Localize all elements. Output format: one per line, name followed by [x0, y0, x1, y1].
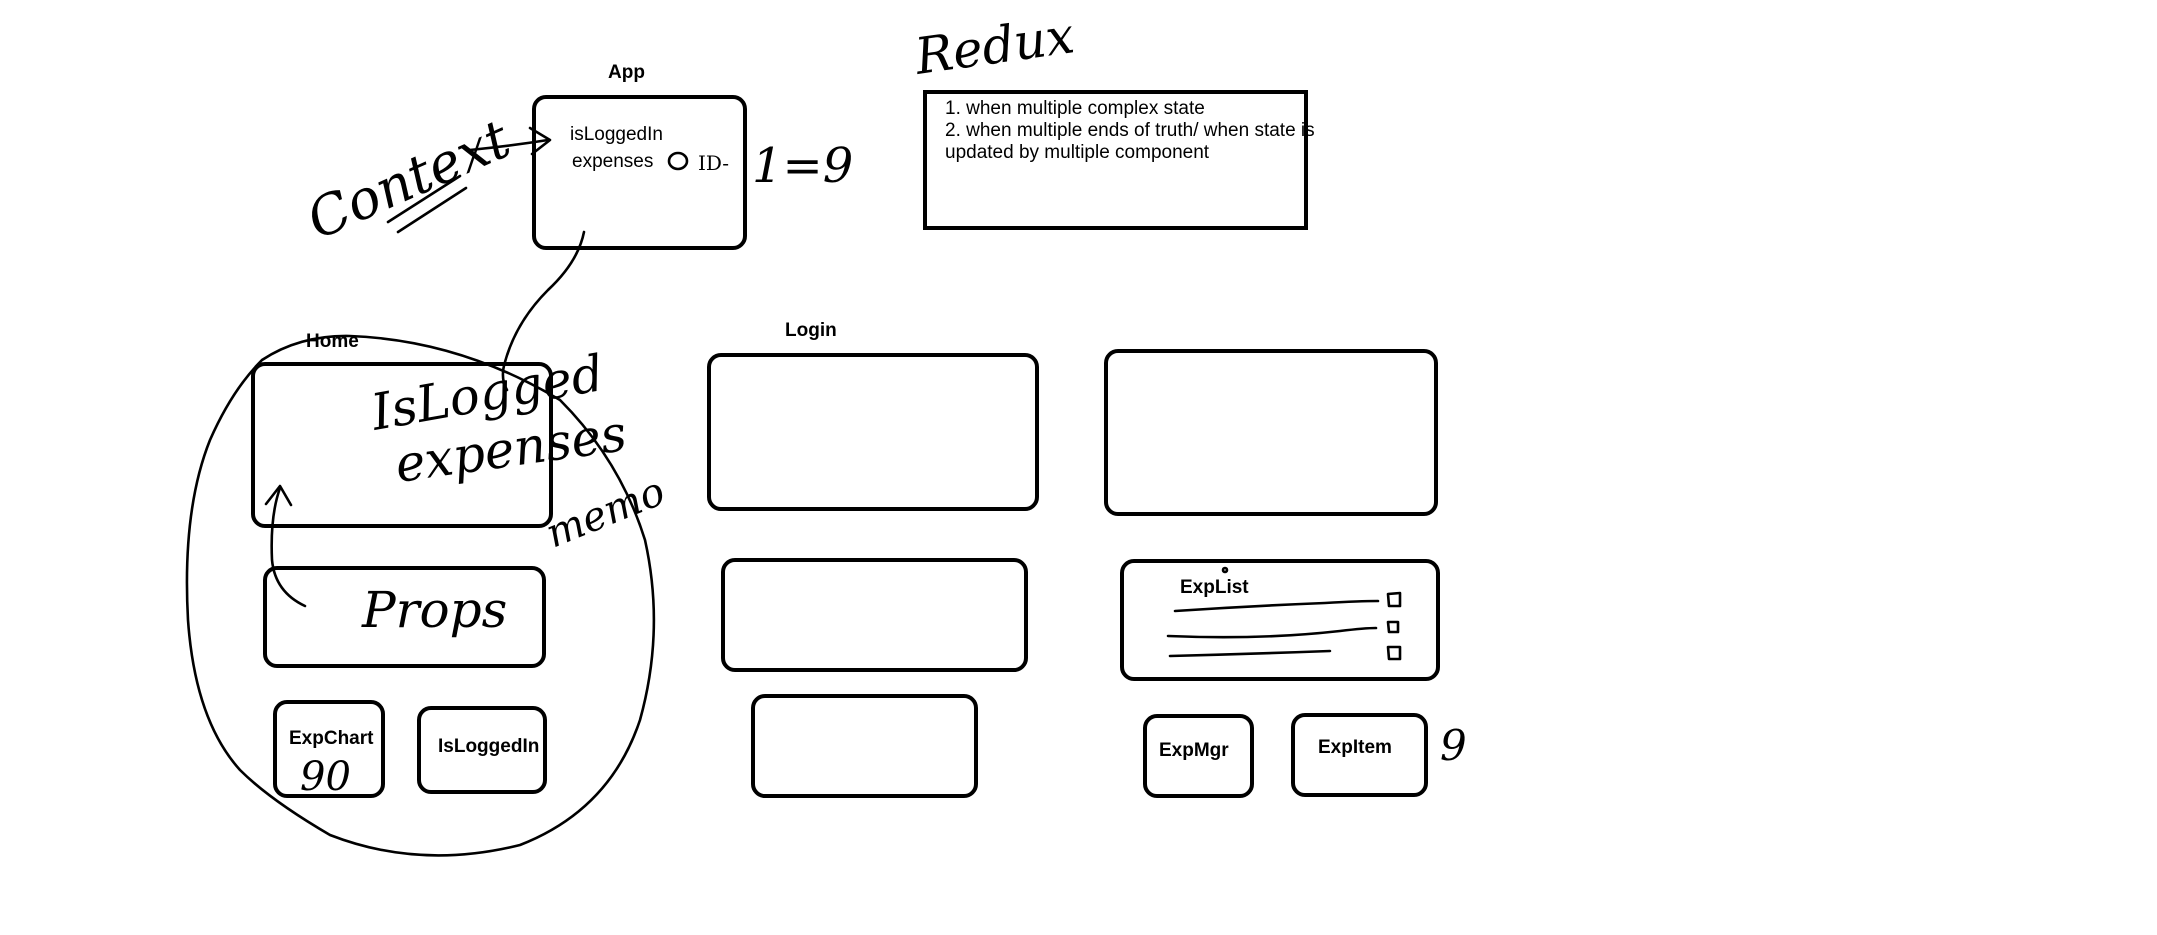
app-id-ratio: 1=9 — [752, 138, 853, 194]
app-state-isloggedin: isLoggedIn — [570, 124, 663, 145]
login-title: Login — [785, 320, 837, 341]
redux-note-line: 2. when multiple ends of truth/ when sta… — [945, 120, 1315, 141]
exp-item-handwritten: 9 — [1440, 721, 1467, 770]
memo-handwritten: memo — [540, 468, 672, 557]
redux-notes-box: 1. when multiple complex state 2. when m… — [923, 90, 1315, 230]
context-underline — [396, 186, 468, 234]
exp-list-label: ExpList — [1180, 577, 1249, 598]
context-underline — [386, 174, 462, 224]
expenses-component-box — [1104, 349, 1438, 516]
redux-notes: 1. when multiple complex state 2. when m… — [945, 98, 1315, 164]
props-box — [263, 566, 546, 668]
app-state-expenses: expenses — [572, 151, 654, 172]
exp-chart-label: ExpChart — [289, 728, 374, 749]
redux-note-line: 1. when multiple complex state — [945, 98, 1205, 119]
context-handwritten: Context — [298, 107, 520, 252]
exp-mgr-label: ExpMgr — [1159, 740, 1229, 761]
redux-note-line: updated by multiple component — [945, 142, 1210, 163]
app-component-box: isLoggedIn expenses — [532, 95, 747, 250]
exp-item-label: ExpItem — [1318, 737, 1392, 758]
app-title: App — [608, 62, 645, 83]
redux-handwritten-title: Redux — [911, 6, 1078, 86]
home-title: Home — [306, 331, 359, 352]
whiteboard-canvas: App Home Login isLoggedIn expenses 1. wh… — [0, 0, 2157, 935]
is-logged-in-label: IsLoggedIn — [438, 736, 540, 757]
login-child-box-2 — [751, 694, 978, 798]
exp-chart-box: ExpChart — [273, 700, 385, 798]
exp-mgr-box: ExpMgr — [1143, 714, 1254, 798]
login-child-box-1 — [721, 558, 1028, 672]
home-component-box — [251, 362, 553, 528]
exp-list-box: ExpList — [1120, 559, 1440, 681]
is-logged-in-box: IsLoggedIn — [417, 706, 547, 794]
exp-item-box: ExpItem — [1291, 713, 1428, 797]
login-component-box — [707, 353, 1039, 511]
